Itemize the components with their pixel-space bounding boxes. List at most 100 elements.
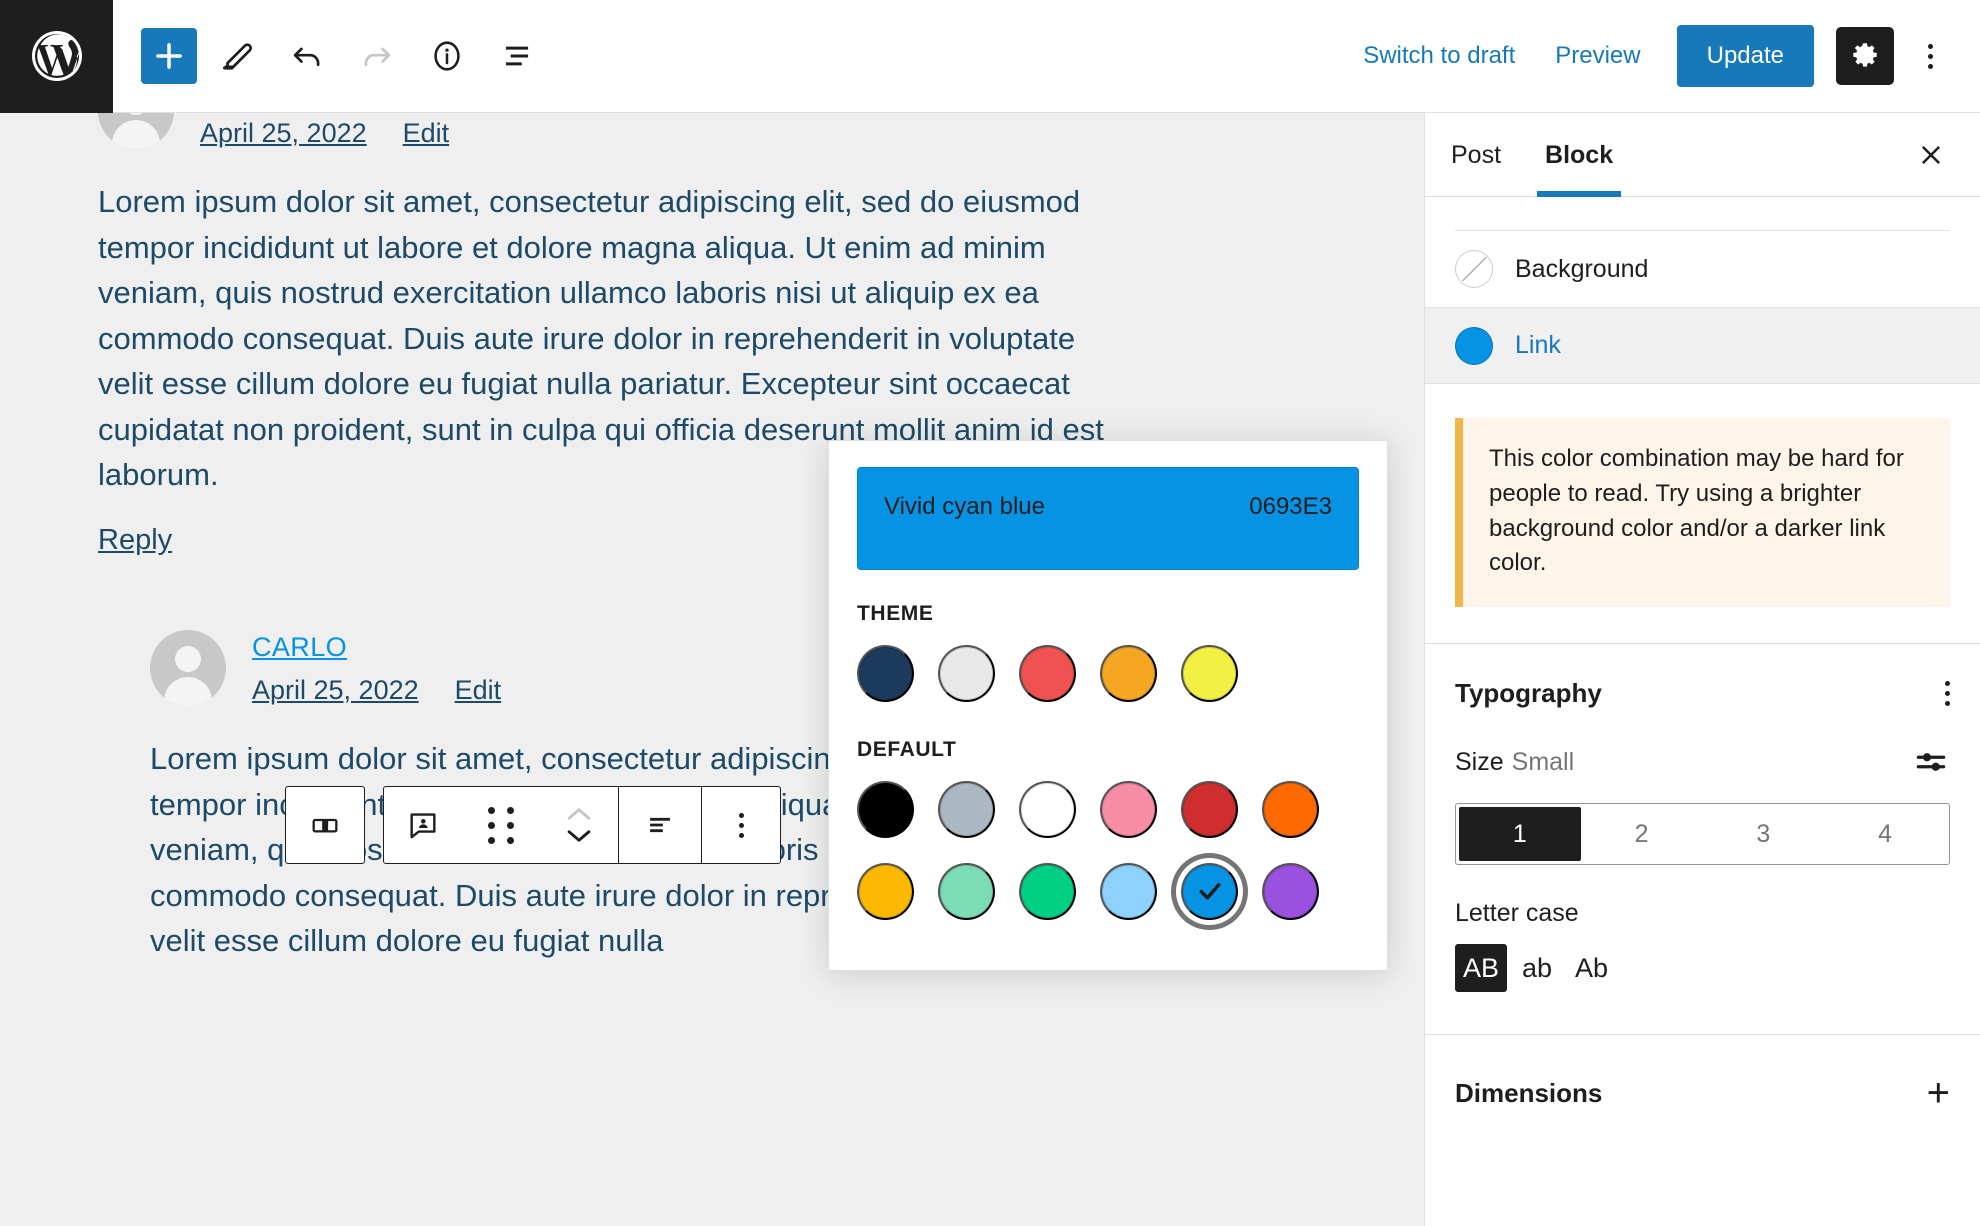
- block-mover-button[interactable]: [540, 787, 618, 863]
- comment-edit-link[interactable]: Edit: [455, 675, 502, 705]
- update-button[interactable]: Update: [1676, 25, 1814, 87]
- color-swatch-wrapper: [938, 776, 1019, 842]
- avatar: [98, 113, 174, 149]
- header-left-toolbar: [113, 26, 547, 86]
- editor-canvas[interactable]: CARLO April 25, 2022Edit Lorem ipsum dol…: [0, 113, 1424, 1226]
- block-type-button[interactable]: [384, 787, 462, 863]
- sidebar-scroll-area[interactable]: Background Link This color combination m…: [1425, 197, 1980, 1226]
- preview-button[interactable]: Preview: [1535, 28, 1660, 84]
- comment-author-link[interactable]: CARLO: [252, 632, 347, 663]
- wordpress-block-editor: Switch to draft Preview Update CARLO: [0, 0, 1980, 1226]
- color-swatch-secondary[interactable]: [938, 644, 995, 702]
- sidebar-tabs: Post Block: [1425, 113, 1980, 197]
- font-size-step-4[interactable]: 4: [1824, 807, 1946, 861]
- color-swatch-yellow[interactable]: [1181, 644, 1238, 702]
- editor-header: Switch to draft Preview Update: [0, 0, 1980, 113]
- redo-button[interactable]: [347, 26, 407, 86]
- color-swatch-vivid-purple[interactable]: [1262, 862, 1319, 920]
- typography-section: Typography Size Small 1234 Letter case A…: [1425, 644, 1980, 993]
- color-swatch-wrapper: [857, 776, 938, 842]
- color-swatch-white[interactable]: [1019, 780, 1076, 838]
- link-color-swatch: [1455, 326, 1493, 365]
- color-swatch-vivid-red[interactable]: [1181, 780, 1238, 838]
- columns-block-icon: [312, 818, 338, 833]
- color-preview-hex: 0693E3: [1249, 493, 1332, 520]
- color-swatch-vivid-cyan-blue[interactable]: [1181, 862, 1238, 920]
- letter-case-label: Letter case: [1455, 899, 1579, 928]
- color-swatch-black[interactable]: [857, 780, 914, 838]
- color-swatch-red[interactable]: [1019, 644, 1076, 702]
- letter-case-uppercase[interactable]: AB: [1455, 944, 1508, 993]
- color-swatch-wrapper: [1181, 776, 1262, 842]
- typography-header: Typography: [1455, 678, 1950, 709]
- font-size-label: Size Small: [1455, 748, 1574, 777]
- color-swatch-luminous-vivid-orange[interactable]: [1262, 780, 1319, 838]
- color-preview-name: Vivid cyan blue: [884, 493, 1045, 520]
- dimensions-section: Dimensions +: [1425, 1034, 1980, 1113]
- font-size-step-2[interactable]: 2: [1581, 807, 1703, 861]
- undo-icon: [293, 47, 320, 67]
- color-swatch-pale-cyan-blue[interactable]: [1100, 862, 1157, 920]
- color-palette-popover[interactable]: Vivid cyan blue 0693E3 THEME DEFAULT: [828, 440, 1388, 971]
- close-icon: [1921, 145, 1941, 164]
- comment-date-link[interactable]: April 25, 2022: [252, 675, 419, 705]
- color-row-label: Background: [1515, 254, 1649, 283]
- size-label-text: Size: [1455, 747, 1504, 776]
- color-swatch-wrapper: [1100, 640, 1181, 706]
- tab-post[interactable]: Post: [1429, 117, 1523, 192]
- color-row-background[interactable]: Background: [1425, 231, 1980, 307]
- comment-subline: April 25, 2022 Edit: [252, 675, 537, 706]
- select-parent-block-button[interactable]: [286, 787, 364, 863]
- color-row-label: Link: [1515, 331, 1561, 359]
- font-size-step-3[interactable]: 3: [1703, 807, 1825, 861]
- color-swatch-wrapper: [857, 640, 938, 706]
- color-swatch-pale-pink[interactable]: [1100, 780, 1157, 838]
- typography-options-button[interactable]: [1945, 681, 1950, 707]
- block-toolbar: [285, 786, 781, 864]
- block-options-button[interactable]: [702, 787, 780, 863]
- close-sidebar-button[interactable]: [1904, 128, 1958, 182]
- comment-reply-link[interactable]: Reply: [98, 524, 172, 556]
- list-view-button[interactable]: [487, 26, 547, 86]
- color-swatch-luminous-vivid-amber[interactable]: [857, 862, 914, 920]
- color-swatch-orange[interactable]: [1100, 644, 1157, 702]
- color-swatch-light-green-cyan[interactable]: [938, 862, 995, 920]
- color-swatch-cyan-bluish-gray[interactable]: [938, 780, 995, 838]
- font-size-custom-button[interactable]: [1912, 743, 1950, 781]
- switch-to-draft-button[interactable]: Switch to draft: [1343, 28, 1535, 84]
- sliders-icon: [1916, 753, 1946, 772]
- color-swatch-primary[interactable]: [857, 644, 914, 702]
- drag-handle-button[interactable]: [462, 787, 540, 863]
- letter-case-control[interactable]: AB ab Ab: [1455, 944, 1950, 993]
- undo-button[interactable]: [277, 26, 337, 86]
- details-button[interactable]: [417, 26, 477, 86]
- letter-case-capitalize[interactable]: Ab: [1567, 944, 1616, 992]
- color-swatch-wrapper: [938, 858, 1019, 924]
- color-swatch-wrapper: [938, 640, 1019, 706]
- color-swatch-vivid-green-cyan[interactable]: [1019, 862, 1076, 920]
- color-settings-list: Background Link: [1425, 231, 1980, 384]
- color-swatch-wrapper: [1100, 776, 1181, 842]
- letter-case-lowercase[interactable]: ab: [1513, 944, 1561, 992]
- edit-tool-button[interactable]: [207, 26, 267, 86]
- more-options-button[interactable]: [1902, 27, 1958, 85]
- theme-palette-label: THEME: [857, 602, 934, 625]
- settings-gear-button[interactable]: [1836, 27, 1894, 85]
- color-swatch-wrapper: [1181, 640, 1262, 706]
- align-text-button[interactable]: [619, 787, 701, 863]
- color-swatch-wrapper: [1262, 776, 1343, 842]
- color-preview-swatch: Vivid cyan blue 0693E3: [857, 467, 1359, 570]
- wordpress-logo-icon[interactable]: [0, 0, 113, 113]
- add-block-button[interactable]: [141, 28, 197, 84]
- info-icon: [434, 41, 460, 71]
- tab-block[interactable]: Block: [1523, 117, 1635, 197]
- font-size-step-1[interactable]: 1: [1459, 807, 1581, 862]
- dimensions-add-button[interactable]: +: [1927, 1073, 1950, 1113]
- kebab-menu-icon: [738, 812, 744, 838]
- font-size-step-control[interactable]: 1234: [1455, 803, 1950, 866]
- comment-date-link[interactable]: April 25, 2022: [200, 118, 367, 148]
- color-row-link[interactable]: Link: [1425, 307, 1980, 383]
- comment-edit-link[interactable]: Edit: [403, 118, 450, 148]
- theme-palette-row: [857, 640, 1359, 706]
- comment-author-avatar-icon: [410, 813, 436, 839]
